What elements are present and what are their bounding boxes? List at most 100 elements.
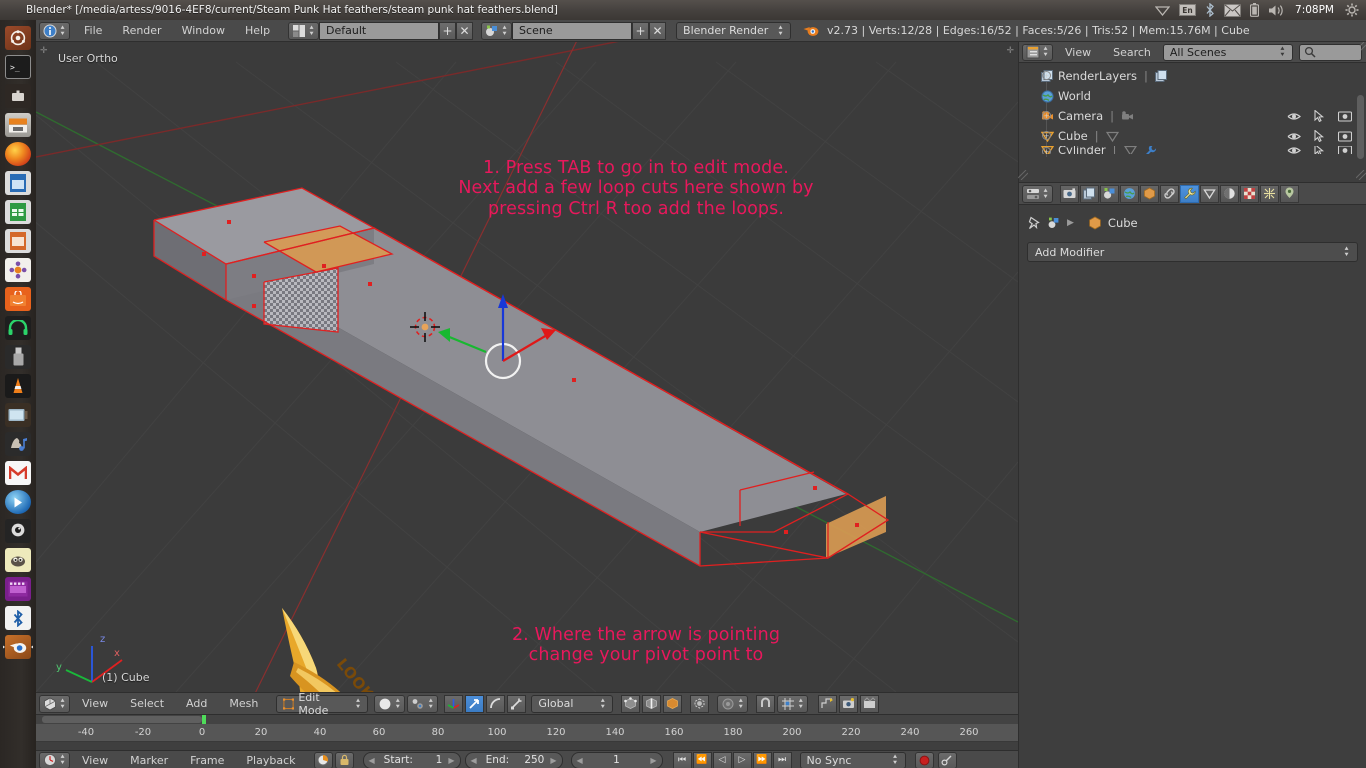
mesh-data-icon[interactable] [1105, 130, 1119, 143]
render-opengl-viewport-icon[interactable] [818, 694, 838, 713]
area-corner-grip[interactable] [1356, 170, 1366, 180]
decrement-arrow-icon[interactable]: ◀ [577, 756, 583, 765]
editor-type-selector-timeline[interactable]: ⯅ ⯆ [39, 751, 70, 768]
jump-to-end-icon[interactable]: ⏭ [772, 751, 792, 768]
timeline-keyframe-area[interactable] [36, 742, 1018, 750]
media-player-icon[interactable] [3, 488, 33, 516]
volume-icon[interactable] [1268, 4, 1284, 17]
visibility-eye-icon[interactable] [1287, 146, 1301, 154]
rotate-manipulator-icon[interactable] [486, 694, 506, 713]
files-icon[interactable] [3, 111, 33, 139]
scene-icon-button[interactable]: ⯅ ⯆ [481, 21, 513, 40]
gimp-icon[interactable] [3, 546, 33, 574]
record-icon[interactable] [914, 751, 934, 768]
editor-type-selector-properties[interactable]: ⯅ ⯆ [1022, 184, 1053, 203]
transform-orientation-selector[interactable]: Global ⯅ ⯆ [531, 694, 614, 713]
area-corner-grip[interactable] [1018, 170, 1028, 180]
editor-type-selector-info[interactable]: ⯅ ⯆ [39, 21, 70, 40]
expand-toggle-icon[interactable]: + [1042, 147, 1051, 154]
increment-arrow-icon[interactable]: ▶ [448, 756, 454, 765]
add-modifier-dropdown[interactable]: Add Modifier ⯅ ⯆ [1027, 242, 1358, 262]
lock-icon[interactable] [334, 751, 354, 768]
snap-element-selector[interactable]: ⯅ ⯆ [777, 694, 809, 713]
clock[interactable]: 7:08PM [1293, 4, 1336, 16]
menu-view[interactable]: View [72, 694, 118, 714]
wifi-icon[interactable] [1155, 4, 1171, 16]
viewport-corner-widget-tr[interactable]: ✛ [1006, 46, 1014, 56]
menu-file[interactable]: File [74, 21, 112, 41]
add-scene-button[interactable]: + [632, 21, 650, 40]
mesh-data-icon[interactable] [1123, 146, 1137, 154]
timeline-menu-marker[interactable]: Marker [120, 752, 178, 768]
selectable-cursor-icon[interactable] [1314, 146, 1325, 154]
delete-scene-button[interactable]: ✕ [649, 21, 667, 40]
menu-add[interactable]: Add [176, 694, 217, 714]
software-center-icon[interactable] [3, 256, 33, 284]
expand-toggle-icon[interactable]: + [1042, 111, 1051, 120]
outliner-menu-search[interactable]: Search [1103, 44, 1161, 61]
terminal-icon[interactable]: >_ [3, 53, 33, 81]
increment-arrow-icon[interactable]: ▶ [550, 756, 556, 765]
play-reverse-icon[interactable]: ◁ [712, 751, 732, 768]
libreoffice-calc-icon[interactable] [3, 198, 33, 226]
gmail-icon[interactable] [3, 459, 33, 487]
interaction-mode-selector[interactable]: Edit Mode ⯅ ⯆ [276, 691, 369, 717]
scene-field[interactable]: Scene [512, 21, 633, 40]
scale-manipulator-icon[interactable] [507, 694, 527, 713]
object-tab[interactable] [1140, 184, 1159, 203]
renderlayers-icon[interactable] [1154, 69, 1168, 83]
snap-magnet-icon[interactable] [756, 694, 776, 713]
current-frame-field[interactable]: ◀ 1 ▶ [570, 751, 663, 768]
ubuntu-dash-icon[interactable] [3, 24, 33, 52]
outliner-item-world[interactable]: World [1019, 86, 1366, 106]
keyframe-type-icon[interactable] [937, 751, 957, 768]
menu-mesh[interactable]: Mesh [219, 694, 268, 714]
decrement-arrow-icon[interactable]: ◀ [471, 756, 477, 765]
modifiers-tab[interactable] [1180, 184, 1199, 203]
render-opengl-image-icon[interactable] [839, 694, 859, 713]
renderable-camera-icon[interactable] [1338, 130, 1352, 142]
amazon-icon[interactable] [3, 285, 33, 313]
timeline-menu-playback[interactable]: Playback [236, 752, 305, 768]
editor-type-selector-outliner[interactable]: ⯅ ⯆ [1022, 43, 1053, 61]
outliner-item-cube[interactable]: + Cube | [1019, 126, 1366, 146]
material-tab[interactable] [1220, 184, 1239, 203]
webcam-icon[interactable] [3, 517, 33, 545]
system-settings-icon[interactable] [1345, 3, 1359, 17]
outliner-item-renderlayers[interactable]: + RenderLayers | [1019, 66, 1366, 86]
edge-select-icon[interactable] [642, 694, 662, 713]
constraints-tab[interactable] [1160, 184, 1179, 203]
libreoffice-writer-icon[interactable] [3, 169, 33, 197]
usb-device-icon[interactable] [3, 343, 33, 371]
pin-icon[interactable] [1027, 216, 1041, 230]
delete-screen-layout-button[interactable]: ✕ [456, 21, 474, 40]
selectable-cursor-icon[interactable] [1314, 110, 1325, 122]
selectable-cursor-icon[interactable] [1314, 130, 1325, 142]
mail-icon[interactable] [1224, 3, 1242, 17]
area-corner-grip[interactable] [1356, 42, 1366, 52]
keyboard-layout-icon[interactable]: En [1179, 4, 1197, 16]
archive-manager-icon[interactable] [3, 82, 33, 110]
screen-layout-icon-button[interactable]: ⯅ ⯆ [288, 21, 320, 40]
add-screen-layout-button[interactable]: + [439, 21, 457, 40]
jump-to-start-icon[interactable]: ⏮ [672, 751, 692, 768]
tv-icon[interactable] [3, 401, 33, 429]
step-back-icon[interactable]: ⏪ [692, 751, 712, 768]
end-frame-field[interactable]: ◀ End: 250 ▶ [464, 751, 563, 768]
outliner-vertical-scrollbar[interactable] [1357, 95, 1364, 159]
start-frame-field[interactable]: ◀ Start: 1 ▶ [362, 751, 461, 768]
renderable-camera-icon[interactable] [1338, 110, 1352, 122]
manipulator-toggle-icon[interactable] [444, 694, 464, 713]
sync-mode-selector[interactable]: No Sync ⯅ ⯆ [799, 751, 906, 768]
expand-toggle-icon[interactable]: + [1042, 71, 1051, 80]
play-icon[interactable]: ▷ [732, 751, 752, 768]
visibility-eye-icon[interactable] [1287, 131, 1301, 142]
visibility-eye-icon[interactable] [1287, 111, 1301, 122]
3d-viewport[interactable]: z x y LOOK HERE! User Ortho (1) Cube [36, 42, 1018, 692]
outliner-item-camera[interactable]: + Camera | [1019, 106, 1366, 126]
timeline-horizontal-scrollbar[interactable] [42, 716, 202, 723]
decrement-arrow-icon[interactable]: ◀ [369, 756, 375, 765]
step-forward-icon[interactable]: ⏩ [752, 751, 772, 768]
render-layers-tab[interactable] [1080, 184, 1099, 203]
editor-type-selector-3dview[interactable]: ⯅ ⯆ [39, 694, 70, 713]
